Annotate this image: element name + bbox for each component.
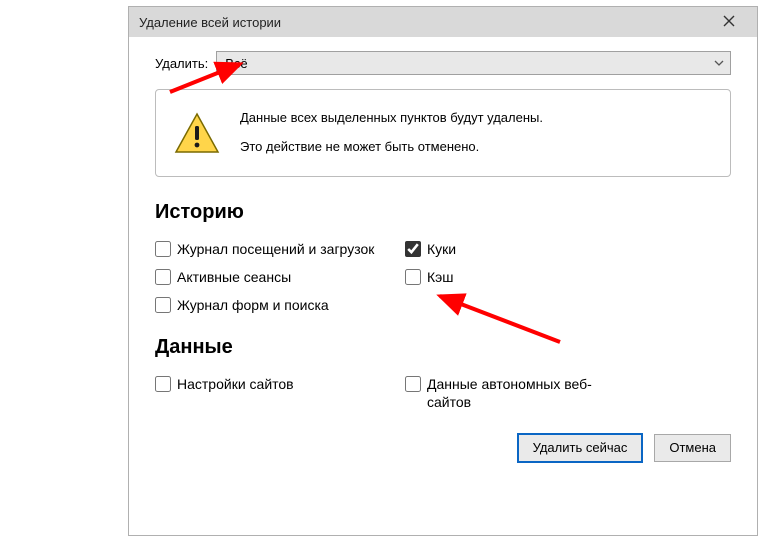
checkbox-active-sessions[interactable]	[155, 269, 171, 285]
delete-now-button[interactable]: Удалить сейчас	[518, 434, 643, 462]
history-checks: Журнал посещений и загрузок Куки Активны…	[155, 240, 731, 315]
check-active-sessions[interactable]: Активные сеансы	[155, 268, 405, 286]
warning-text: Данные всех выделенных пунктов будут уда…	[240, 108, 543, 158]
check-browsing-history[interactable]: Журнал посещений и загрузок	[155, 240, 405, 258]
checkbox-label: Данные автономных веб-сайтов	[427, 375, 597, 411]
titlebar: Удаление всей истории	[129, 7, 757, 37]
close-button[interactable]	[709, 7, 749, 37]
checkbox-form-search[interactable]	[155, 297, 171, 313]
checkbox-label: Кэш	[427, 268, 454, 286]
section-history-heading: Историю	[155, 201, 731, 224]
checkbox-offline-data[interactable]	[405, 376, 421, 392]
dialog-buttons: Удалить сейчас Отмена	[155, 434, 731, 462]
clear-history-dialog: Удаление всей истории Удалить: Всё	[128, 6, 758, 536]
check-cache[interactable]: Кэш	[405, 268, 731, 286]
checkbox-label: Настройки сайтов	[177, 375, 294, 393]
data-checks: Настройки сайтов Данные автономных веб-с…	[155, 375, 731, 411]
checkbox-cookies[interactable]	[405, 241, 421, 257]
warning-line-1: Данные всех выделенных пунктов будут уда…	[240, 108, 543, 129]
check-site-prefs[interactable]: Настройки сайтов	[155, 375, 405, 411]
check-form-search[interactable]: Журнал форм и поиска	[155, 296, 405, 314]
check-offline-data[interactable]: Данные автономных веб-сайтов	[405, 375, 731, 411]
check-cookies[interactable]: Куки	[405, 240, 731, 258]
checkbox-browsing-history[interactable]	[155, 241, 171, 257]
close-icon	[723, 14, 735, 31]
dialog-content: Удалить: Всё Данные всех выделенных пунк…	[129, 37, 757, 478]
checkbox-label: Куки	[427, 240, 456, 258]
cancel-button[interactable]: Отмена	[654, 434, 731, 462]
time-range-value: Всё	[225, 56, 247, 71]
checkbox-label: Журнал посещений и загрузок	[177, 240, 374, 258]
chevron-down-icon	[714, 57, 724, 69]
time-range-label: Удалить:	[155, 56, 208, 71]
checkbox-cache[interactable]	[405, 269, 421, 285]
checkbox-label: Журнал форм и поиска	[177, 296, 329, 314]
warning-icon	[174, 112, 220, 154]
time-range-select[interactable]: Всё	[216, 51, 731, 75]
titlebar-title: Удаление всей истории	[139, 15, 709, 30]
checkbox-label: Активные сеансы	[177, 268, 291, 286]
warning-line-2: Это действие не может быть отменено.	[240, 137, 543, 158]
checkbox-site-prefs[interactable]	[155, 376, 171, 392]
section-data-heading: Данные	[155, 336, 731, 359]
warning-box: Данные всех выделенных пунктов будут уда…	[155, 89, 731, 177]
time-range-row: Удалить: Всё	[155, 51, 731, 75]
